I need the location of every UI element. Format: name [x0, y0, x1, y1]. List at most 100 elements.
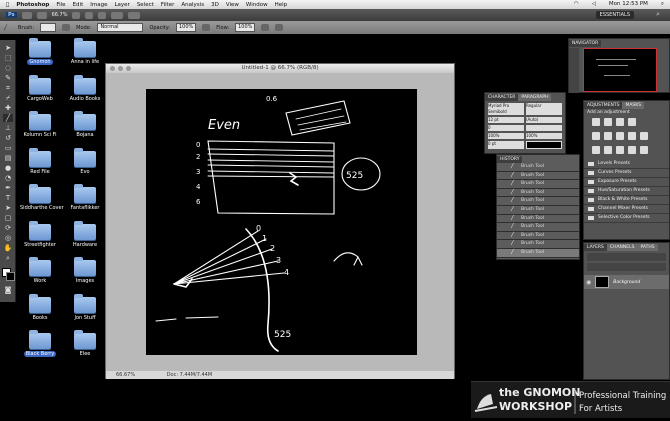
volume-icon[interactable]: ◁ — [592, 1, 596, 8]
app-menu[interactable]: Photoshop — [16, 2, 49, 8]
layer-row-background[interactable]: ◉ Background — [584, 275, 669, 289]
arrange-documents-button[interactable] — [111, 11, 124, 19]
desktop-folder[interactable]: Kolumn Sci Fi — [20, 111, 60, 138]
desktop-folder[interactable]: Hardware — [65, 220, 105, 248]
leading-field[interactable]: (Auto) — [526, 117, 562, 123]
tab-masks[interactable]: MASKS — [622, 102, 645, 109]
history-item[interactable]: Brush Tool — [497, 197, 579, 206]
status-doc-size[interactable]: Doc: 7.44M/7.44M — [167, 372, 213, 378]
desktop-folder[interactable]: Anna in life — [65, 38, 105, 65]
history-item[interactable]: Brush Tool — [497, 180, 579, 189]
screen-mode-button[interactable] — [128, 11, 141, 19]
levels-icon[interactable] — [604, 118, 612, 126]
brush-tool-icon[interactable]: ╱ — [3, 114, 13, 122]
tab-history[interactable]: HISTORY — [497, 156, 523, 163]
history-brush-tool-icon[interactable]: ↺ — [3, 134, 13, 142]
rotate-view-icon[interactable] — [98, 11, 107, 19]
menu-analysis[interactable]: Analysis — [181, 2, 204, 8]
dodge-tool-icon[interactable]: ◔ — [3, 174, 13, 182]
opacity-field[interactable]: 100% — [176, 23, 197, 32]
tracking-field[interactable]: 0 — [488, 125, 524, 131]
history-item[interactable]: Brush Tool — [497, 163, 579, 172]
brightness-contrast-icon[interactable] — [592, 118, 600, 126]
desktop-folder[interactable]: Work — [20, 257, 60, 284]
history-item[interactable]: Brush Tool — [497, 248, 579, 258]
zoom-tool-icon[interactable] — [85, 11, 94, 19]
history-item[interactable]: Brush Tool — [497, 171, 579, 181]
flow-field[interactable]: 100% — [235, 23, 256, 32]
desktop-folder[interactable]: Fantaflikker — [65, 184, 105, 211]
desktop-folder[interactable]: Elee — [65, 330, 105, 357]
zoom-window-icon[interactable] — [126, 66, 131, 71]
pressure-size-icon[interactable] — [275, 24, 284, 31]
curves-icon[interactable] — [616, 118, 624, 126]
history-item[interactable]: Brush Tool — [497, 188, 579, 198]
shape-tool-icon[interactable]: ▢ — [3, 214, 13, 222]
tab-layers[interactable]: LAYERS — [584, 244, 607, 251]
desktop-folder[interactable]: Images — [65, 257, 105, 284]
blur-tool-icon[interactable]: ● — [3, 164, 13, 172]
tab-adjustments[interactable]: ADJUSTMENTS — [584, 102, 623, 109]
history-item[interactable]: Brush Tool — [497, 214, 579, 224]
desktop-folder[interactable]: Evo — [65, 147, 105, 175]
photo-filter-icon[interactable] — [640, 132, 648, 140]
preset-item[interactable]: Black & White Presets — [584, 196, 669, 205]
spotlight-icon[interactable]: ⌕ — [661, 1, 664, 8]
gradient-map-icon[interactable] — [628, 146, 636, 154]
clock[interactable]: Mon 12:53 PM — [609, 1, 648, 8]
black-white-icon[interactable] — [628, 132, 636, 140]
marquee-tool-icon[interactable]: ⬚ — [3, 54, 13, 62]
desktop-folder[interactable]: Books — [20, 293, 60, 321]
tab-paths[interactable]: PATHS — [637, 244, 658, 251]
menu-select[interactable]: Select — [137, 2, 154, 8]
preset-item[interactable]: Levels Presets — [584, 160, 669, 169]
baseline-shift-field[interactable]: 0 pt — [488, 141, 524, 149]
layer-blend-mode[interactable] — [587, 253, 666, 261]
workspace-switcher[interactable]: ESSENTIALS — [595, 11, 634, 19]
canvas[interactable]: Even 0.6 0 2 3 4 6 525 0 1 2 3 4 525 — [146, 89, 417, 355]
menu-3d[interactable]: 3D — [211, 2, 219, 8]
desktop-folder[interactable]: Jon Stuff — [65, 293, 105, 321]
eye-icon[interactable]: ◉ — [586, 279, 591, 286]
menu-help[interactable]: Help — [275, 2, 288, 8]
brush-panel-toggle[interactable] — [62, 24, 71, 31]
kerning-field[interactable] — [526, 125, 562, 131]
tab-channels[interactable]: CHANNELS — [606, 244, 638, 251]
history-item[interactable]: Brush Tool — [497, 223, 579, 232]
history-item[interactable]: Brush Tool — [497, 231, 579, 241]
quick-select-tool-icon[interactable]: ✎ — [3, 74, 13, 82]
desktop-folder[interactable]: Siddharthe Cover — [20, 184, 64, 211]
posterize-icon[interactable] — [604, 146, 612, 154]
3d-orbit-tool-icon[interactable]: ◎ — [3, 234, 13, 242]
color-balance-icon[interactable] — [616, 132, 624, 140]
healing-brush-tool-icon[interactable]: ✚ — [3, 104, 13, 112]
vertical-scale-field[interactable]: 100% — [488, 133, 524, 139]
preset-item[interactable]: Channel Mixer Presets — [584, 205, 669, 214]
hand-tool-icon[interactable] — [72, 11, 81, 19]
status-zoom[interactable]: 66.67% — [116, 372, 135, 378]
pressure-opacity-icon[interactable] — [202, 24, 211, 31]
lasso-tool-icon[interactable]: ◌ — [3, 64, 13, 72]
desktop-folder[interactable]: Bojana — [65, 111, 105, 138]
3d-rotate-tool-icon[interactable]: ⟳ — [3, 224, 13, 232]
document-title-bar[interactable]: Untitled-1 @ 66.7% (RGB/8) — [106, 64, 454, 73]
menu-image[interactable]: Image — [90, 2, 107, 8]
zoom-tool-icon[interactable]: ⌕ — [3, 254, 13, 262]
menu-layer[interactable]: Layer — [114, 2, 129, 8]
threshold-icon[interactable] — [616, 146, 624, 154]
clone-stamp-tool-icon[interactable]: ⊥ — [3, 124, 13, 132]
path-select-tool-icon[interactable]: ➤ — [3, 204, 13, 212]
background-color-swatch[interactable] — [6, 272, 15, 281]
hue-saturation-icon[interactable] — [604, 132, 612, 140]
desktop-folder[interactable]: Streetfighter — [20, 220, 60, 248]
history-item[interactable]: Brush Tool — [497, 240, 579, 249]
mode-select[interactable]: Normal — [97, 23, 144, 32]
brush-preset-picker[interactable] — [40, 23, 57, 32]
selective-color-icon[interactable] — [640, 146, 648, 154]
desktop-folder[interactable]: Gnomon — [20, 38, 60, 65]
airbrush-icon[interactable] — [261, 24, 270, 31]
layer-lock-row[interactable] — [587, 263, 666, 271]
menu-view[interactable]: View — [226, 2, 239, 8]
brush-tool-icon[interactable]: ╱ — [4, 25, 7, 31]
menu-file[interactable]: File — [56, 2, 65, 8]
